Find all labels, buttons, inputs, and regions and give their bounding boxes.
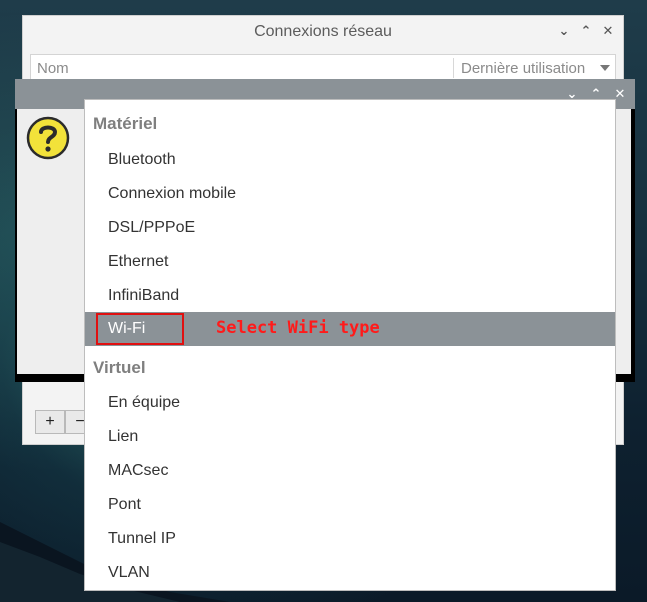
menu-item-mobile-connection[interactable]: Connexion mobile [85, 177, 615, 211]
menu-section-virtual: Virtuel [93, 358, 146, 377]
menu-item-ethernet[interactable]: Ethernet [85, 245, 615, 279]
menu-item-label: Ethernet [108, 253, 169, 270]
sort-down-icon[interactable] [600, 65, 610, 71]
window-title: Connexions réseau [254, 23, 392, 40]
connections-list-header: Nom Dernière utilisation [30, 54, 616, 82]
column-header-name[interactable]: Nom [37, 60, 69, 77]
menu-item-vlan[interactable]: VLAN [85, 556, 615, 590]
connection-type-menu: Matériel Bluetooth Connexion mobile DSL/… [84, 99, 616, 591]
column-header-last-used[interactable]: Dernière utilisation [461, 60, 585, 77]
window-controls: ⌄ ⌃ ✕ [555, 22, 617, 40]
menu-item-infiniband[interactable]: InfiniBand [85, 279, 615, 313]
menu-item-label: Connexion mobile [108, 185, 237, 202]
menu-item-label: MACsec [108, 462, 169, 479]
maximize-icon[interactable]: ⌃ [577, 22, 595, 40]
menu-item-label: DSL/PPPoE [108, 219, 196, 236]
menu-item-label: Bluetooth [108, 151, 176, 168]
menu-item-wifi[interactable]: Wi-Fi Select WiFi type [85, 312, 615, 346]
menu-item-bond[interactable]: Lien [85, 420, 615, 454]
question-icon [26, 116, 70, 160]
close-icon[interactable]: ✕ [599, 22, 617, 40]
menu-item-dsl-pppoe[interactable]: DSL/PPPoE [85, 211, 615, 245]
menu-section-hardware: Matériel [93, 114, 158, 133]
menu-item-bridge[interactable]: Pont [85, 488, 615, 522]
annotation-text: Select WiFi type [216, 318, 380, 338]
menu-item-team[interactable]: En équipe [85, 386, 615, 420]
menu-item-bluetooth[interactable]: Bluetooth [85, 143, 615, 177]
column-divider [453, 58, 454, 78]
menu-item-ip-tunnel[interactable]: Tunnel IP [85, 522, 615, 556]
minimize-icon[interactable]: ⌄ [555, 22, 573, 40]
menu-item-label: VLAN [108, 564, 150, 581]
menu-item-label: InfiniBand [108, 287, 180, 304]
menu-item-label: Tunnel IP [108, 530, 176, 547]
menu-item-macsec[interactable]: MACsec [85, 454, 615, 488]
menu-item-label: Pont [108, 496, 141, 513]
menu-item-label: En équipe [108, 394, 181, 411]
menu-item-label: Lien [108, 428, 139, 445]
add-connection-button[interactable]: + [35, 410, 65, 434]
window-titlebar: Connexions réseau ⌄ ⌃ ✕ [23, 16, 623, 48]
annotation-highlight-box [96, 313, 184, 345]
